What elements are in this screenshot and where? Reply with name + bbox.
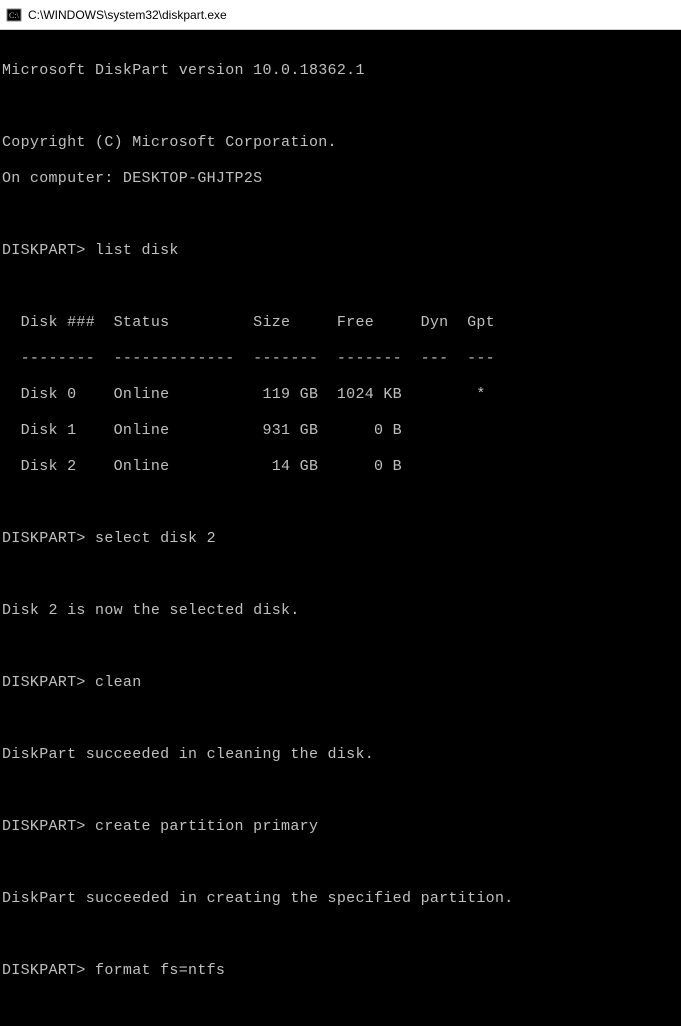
blank-line xyxy=(2,566,679,584)
output-clean: DiskPart succeeded in cleaning the disk. xyxy=(2,746,679,764)
blank-line xyxy=(2,494,679,512)
computer-line: On computer: DESKTOP-GHJTP2S xyxy=(2,170,679,188)
blank-line xyxy=(2,278,679,296)
blank-line xyxy=(2,926,679,944)
output-selected: Disk 2 is now the selected disk. xyxy=(2,602,679,620)
cmd-icon: C:\ xyxy=(6,7,22,23)
prompt-create-partition: DISKPART> create partition primary xyxy=(2,818,679,836)
prompt-select-disk: DISKPART> select disk 2 xyxy=(2,530,679,548)
table-row: Disk 0 Online 119 GB 1024 KB * xyxy=(2,386,679,404)
blank-line xyxy=(2,998,679,1016)
output-create: DiskPart succeeded in creating the speci… xyxy=(2,890,679,908)
copyright-line: Copyright (C) Microsoft Corporation. xyxy=(2,134,679,152)
prompt-clean: DISKPART> clean xyxy=(2,674,679,692)
blank-line xyxy=(2,782,679,800)
blank-line xyxy=(2,854,679,872)
blank-line xyxy=(2,710,679,728)
prompt-list-disk: DISKPART> list disk xyxy=(2,242,679,260)
blank-line xyxy=(2,638,679,656)
version-line: Microsoft DiskPart version 10.0.18362.1 xyxy=(2,62,679,80)
window-title: C:\WINDOWS\system32\diskpart.exe xyxy=(28,8,227,22)
table-separator: -------- ------------- ------- ------- -… xyxy=(2,350,679,368)
svg-text:C:\: C:\ xyxy=(9,11,20,20)
table-header: Disk ### Status Size Free Dyn Gpt xyxy=(2,314,679,332)
prompt-format: DISKPART> format fs=ntfs xyxy=(2,962,679,980)
window-title-bar[interactable]: C:\ C:\WINDOWS\system32\diskpart.exe xyxy=(0,0,681,30)
table-row: Disk 1 Online 931 GB 0 B xyxy=(2,422,679,440)
terminal-body[interactable]: Microsoft DiskPart version 10.0.18362.1 … xyxy=(0,30,681,1026)
blank-line xyxy=(2,98,679,116)
table-row: Disk 2 Online 14 GB 0 B xyxy=(2,458,679,476)
blank-line xyxy=(2,206,679,224)
